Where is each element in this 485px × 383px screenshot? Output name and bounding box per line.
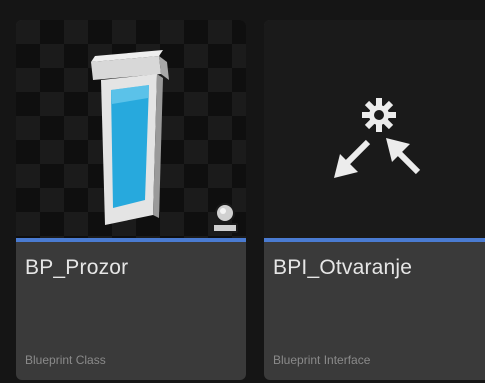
- asset-type-stripe: [264, 238, 485, 242]
- actor-icon: [212, 203, 238, 233]
- content-browser-grid: BP_Prozor Blueprint Class BPI_Otvaranje …: [0, 0, 485, 383]
- asset-type-stripe: [16, 238, 246, 242]
- asset-thumbnail: [264, 20, 485, 238]
- asset-type-label: Blueprint Interface: [273, 353, 371, 367]
- asset-type-label: Blueprint Class: [25, 353, 106, 367]
- window-mesh-icon: [91, 50, 169, 225]
- asset-name: BP_Prozor: [25, 256, 129, 279]
- asset-name: BPI_Otvaranje: [273, 256, 413, 279]
- asset-thumbnail: [16, 20, 246, 238]
- asset-tile-bp-prozor[interactable]: BP_Prozor Blueprint Class: [16, 20, 246, 380]
- interface-icon: [334, 98, 421, 178]
- asset-tile-bpi-otvaranje[interactable]: BPI_Otvaranje Blueprint Interface: [264, 20, 485, 380]
